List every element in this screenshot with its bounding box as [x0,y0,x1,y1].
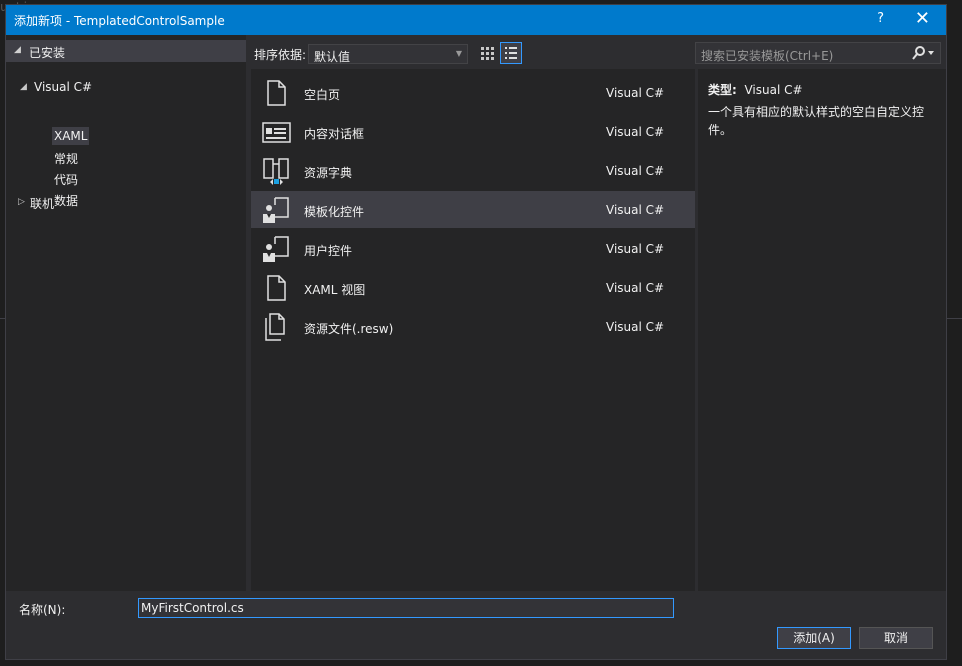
cancel-button[interactable]: 取消 [859,627,933,649]
template-description: 一个具有相应的默认样式的空白自定义控件。 [708,105,925,137]
page-icon [267,80,286,106]
template-type: 类型: Visual C# [708,81,803,98]
title-bar[interactable]: 添加新项 - TemplatedControlSample ? ✕ [6,5,946,35]
control-icon [263,236,289,262]
template-name: 模板化控件 [304,205,365,219]
search-placeholder: 搜索已安装模板(Ctrl+E) [701,49,834,63]
template-list: 空白页 Visual C# 内容对话框 Visual C# 资源字典 Visua… [251,69,695,591]
window-title: 添加新项 - TemplatedControlSample [14,14,225,28]
list-item[interactable]: 空白页 Visual C# [251,74,695,111]
search-icon[interactable] [910,45,936,61]
tree-item-code[interactable]: 代码 [54,171,78,188]
installed-header[interactable]: ◢ 已安装 [6,40,246,62]
dialog-icon [262,122,291,143]
list-item[interactable]: 内容对话框 Visual C# [251,113,695,150]
tree-item-data[interactable]: 数据 [54,192,78,209]
template-language: Visual C# [606,164,665,178]
add-new-item-dialog: 添加新项 - TemplatedControlSample ? ✕ ◢ 已安装 … [5,4,947,660]
template-language: Visual C# [606,242,665,256]
add-button[interactable]: 添加(A) [777,627,851,649]
list-view-button[interactable] [500,42,522,64]
grid-view-icon [481,47,494,60]
template-language: Visual C# [606,203,665,217]
book-icon [263,158,289,185]
collapse-triangle-icon: ◢ [14,45,21,55]
expand-triangle-icon[interactable]: ◢ [20,82,27,92]
template-name: 资源字典 [304,166,353,180]
type-value: Visual C# [744,83,803,97]
collapsed-triangle-icon[interactable]: ▷ [18,197,25,207]
template-name: 空白页 [304,88,341,102]
control-icon [263,197,289,223]
close-button[interactable]: ✕ [915,8,930,29]
list-item[interactable]: 用户控件 Visual C# [251,230,695,267]
name-field[interactable] [138,598,674,618]
list-item[interactable]: 资源文件(.resw) Visual C# [251,308,695,345]
sort-by-value: 默认值 [314,50,351,64]
template-name: XAML 视图 [304,283,366,297]
template-language: Visual C# [606,320,665,334]
template-name: 资源文件(.resw) [304,322,394,336]
template-language: Visual C# [606,281,665,295]
search-input[interactable]: 搜索已安装模板(Ctrl+E) [695,42,941,64]
tree-item-xaml[interactable]: XAML [54,129,87,143]
template-name: 内容对话框 [304,127,365,141]
list-item-selected[interactable]: 模板化控件 Visual C# [251,191,695,228]
tree-item-visual-csharp[interactable]: Visual C# [34,80,92,94]
category-pane: ◢ 已安装 ◢ Visual C# XAML 常规 代码 数据 ▷ 联机 [6,35,246,591]
list-view-icon [505,47,517,59]
tree-item-general[interactable]: 常规 [54,150,78,167]
sort-by-label: 排序依据: [254,48,307,62]
type-label: 类型: [708,83,737,97]
list-item[interactable]: 资源字典 Visual C# [251,152,695,189]
help-button[interactable]: ? [877,11,884,26]
tree-item-online[interactable]: 联机 [30,195,54,212]
grid-view-button[interactable] [476,42,498,64]
sort-by-dropdown[interactable]: 默认值 ▼ [308,44,468,64]
template-name: 用户控件 [304,244,353,258]
template-language: Visual C# [606,86,665,100]
template-language: Visual C# [606,125,665,139]
list-item[interactable]: XAML 视图 Visual C# [251,269,695,306]
name-label: 名称(N): [19,603,66,617]
page-icon [267,275,286,301]
chevron-down-icon: ▼ [455,49,462,58]
details-pane: 类型: Visual C# 一个具有相应的默认样式的空白自定义控件。 [698,69,946,591]
installed-label: 已安装 [29,46,66,60]
files-icon [265,313,285,341]
